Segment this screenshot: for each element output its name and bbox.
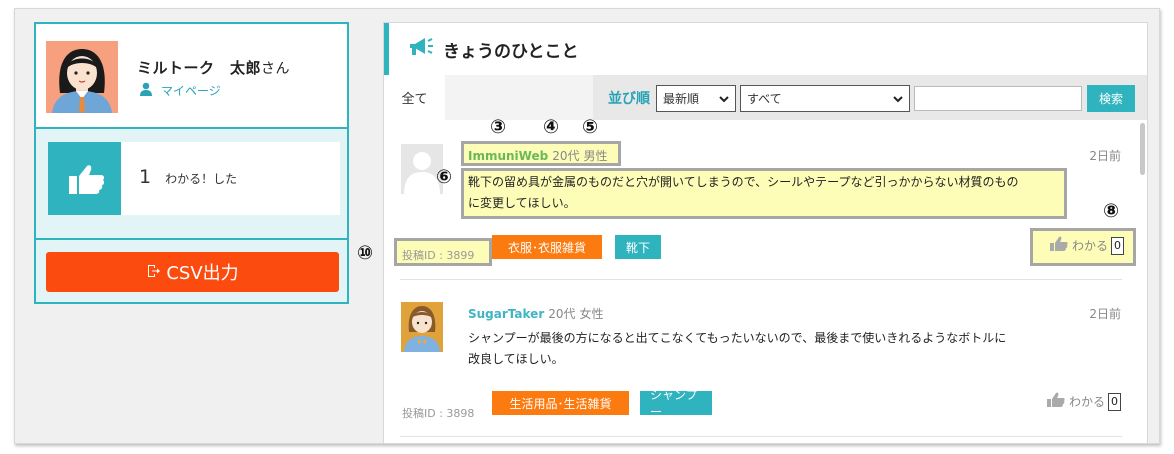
honorific: さん: [261, 61, 291, 77]
post-divider: [400, 279, 1122, 280]
annotation-marker-10: ⑩: [357, 242, 374, 264]
search-button[interactable]: 検索: [1087, 85, 1135, 112]
like-count-value: 1: [139, 166, 152, 188]
tag-keyword[interactable]: 靴下: [615, 235, 661, 259]
like-summary-card: 1 わかる！した: [48, 142, 340, 215]
like-count: 0: [1111, 236, 1124, 255]
user-name-text: ミルトーク 太郎: [137, 59, 262, 77]
post-date: 2日前: [1089, 307, 1121, 321]
main-header: きょうのひとこと: [384, 23, 1147, 75]
avatar: [46, 41, 118, 113]
post-author-line: ImmuniWeb 20代 男性: [468, 147, 608, 164]
post-author[interactable]: ImmuniWeb: [468, 149, 548, 163]
annotation-marker-5: ⑤: [582, 116, 599, 138]
thumb-icon: [48, 142, 121, 215]
post-gender: 女性: [579, 307, 604, 321]
tag-keyword[interactable]: シャンプー: [640, 388, 712, 419]
chevron-down-icon: [893, 92, 903, 106]
page-title: きょうのひとこと: [443, 41, 579, 62]
thumb-icon: [1049, 236, 1069, 255]
csv-button-label: CSV出力: [166, 263, 239, 284]
megaphone-icon: [407, 36, 435, 62]
person-icon: [139, 82, 153, 99]
category-value: すべて: [747, 92, 782, 106]
annotation-marker-3: ③: [490, 116, 507, 138]
user-name: ミルトーク 太郎さん: [137, 57, 290, 78]
annotation-marker-6: ⑥: [436, 166, 453, 188]
user-section: ミルトーク 太郎さん マイページ: [36, 24, 347, 129]
tab-spacer: [445, 75, 593, 120]
post-date: 2日前: [1089, 149, 1121, 163]
main-panel: きょうのひとこと 全て 並び順 最新順 すべて 検索 ImmuniWeb 20代…: [383, 22, 1148, 444]
like-label: わかる: [1071, 239, 1108, 253]
sort-label: 並び順: [608, 91, 650, 107]
thumb-icon: [1046, 392, 1066, 411]
post-author[interactable]: SugarTaker: [468, 307, 544, 321]
mypage-label: マイページ: [161, 84, 221, 98]
sort-order-select[interactable]: 最新順: [656, 85, 736, 112]
sort-order-value: 最新順: [663, 92, 700, 106]
like-count: 1 わかる！した: [139, 166, 237, 188]
tag-category[interactable]: 生活用品･生活雑貨: [492, 391, 629, 415]
post-body: シャンプーが最後の方になると出てこなくてもったいないので、最後まで使いきれるよう…: [468, 331, 1007, 366]
annotation-marker-4: ④: [543, 116, 560, 138]
like-button[interactable]: わかる 0: [1049, 236, 1124, 255]
scrollbar-thumb[interactable]: [1140, 123, 1145, 175]
like-count-label: わかる！した: [165, 172, 238, 186]
like-label: わかる: [1068, 395, 1105, 409]
csv-export-button[interactable]: CSV出力: [46, 252, 339, 292]
post-id: 投稿ID : 3899: [402, 249, 475, 262]
like-button[interactable]: わかる 0: [1046, 392, 1121, 411]
search-input[interactable]: [914, 86, 1082, 111]
toolbar: 全て 並び順 最新順 すべて 検索: [384, 75, 1147, 120]
post-author-line: SugarTaker 20代 女性: [468, 305, 604, 322]
mypage-link[interactable]: マイページ: [139, 82, 221, 99]
like-summary-section: 1 わかる！した: [36, 129, 347, 240]
like-count: 0: [1108, 392, 1121, 411]
chevron-down-icon: [719, 92, 729, 106]
tag-category[interactable]: 衣服･衣服雑貨: [492, 235, 602, 259]
post-age: 20代: [552, 149, 580, 163]
avatar: [401, 302, 443, 352]
post-age: 20代: [548, 307, 576, 321]
post-body: 靴下の留め具が金属のものだと穴が開いてしまうので、シールやテープなど引っかからな…: [468, 175, 1019, 210]
annotation-marker-8: ⑧: [1103, 200, 1120, 222]
post-divider: [400, 436, 1122, 437]
post-id: 投稿ID : 3898: [402, 407, 475, 420]
post-gender: 男性: [583, 149, 608, 163]
profile-panel: ミルトーク 太郎さん マイページ 1 わかる！した CSV出力: [34, 22, 349, 304]
export-icon: [146, 262, 161, 283]
tab-all[interactable]: 全て: [384, 75, 445, 120]
category-select[interactable]: すべて: [740, 85, 910, 112]
